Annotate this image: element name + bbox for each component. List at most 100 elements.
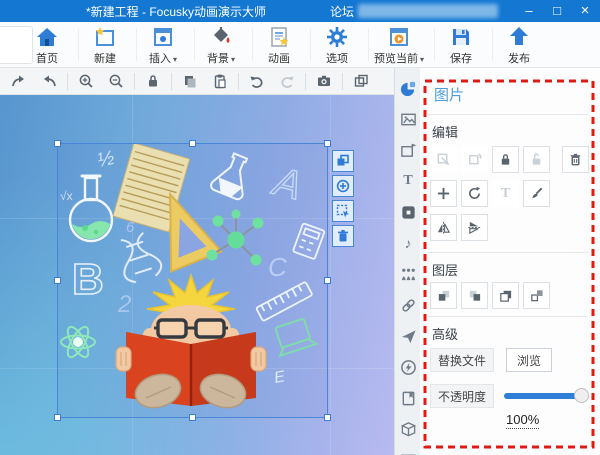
preview-play-icon <box>387 25 411 49</box>
redo-icon[interactable] <box>272 69 302 93</box>
table-chart-icon <box>400 452 417 455</box>
toolbar-background-button[interactable]: 背景▾ <box>192 22 250 68</box>
selected-image[interactable]: ½ √x <box>57 143 328 418</box>
slider-track[interactable] <box>504 393 582 399</box>
divider <box>428 114 588 115</box>
rotate-icon[interactable] <box>461 180 488 207</box>
section-layer-label: 图层 <box>432 260 458 279</box>
tab-music[interactable]: ♪ <box>398 233 418 253</box>
forum-link[interactable]: 论坛 <box>330 3 354 20</box>
publish-arrow-icon <box>507 25 531 49</box>
delete-icon[interactable] <box>562 146 589 173</box>
send-backward-icon[interactable] <box>461 282 488 309</box>
chevron-down-icon: ▾ <box>231 55 235 64</box>
tab-video[interactable] <box>398 202 418 222</box>
science-kid-illustration: ½ √x <box>58 144 329 419</box>
selection-handle-w[interactable] <box>54 277 61 284</box>
text-T-icon: T <box>403 174 412 188</box>
browse-button[interactable]: 浏览 <box>506 348 552 372</box>
toolbar-label: 插入 <box>149 53 171 65</box>
selection-handle-se[interactable] <box>324 414 331 421</box>
unlock-icon[interactable] <box>523 146 550 173</box>
forward-arrow-icon[interactable] <box>4 69 34 93</box>
blurred-username <box>358 4 498 18</box>
toolbar-save-button[interactable]: 保存 <box>432 22 490 68</box>
duplicate-window-icon[interactable] <box>346 69 376 93</box>
selection-handle-ne[interactable] <box>324 140 331 147</box>
send-to-back-icon[interactable] <box>523 282 550 309</box>
flip-vertical-icon[interactable] <box>461 214 488 241</box>
toolbar-new-button[interactable]: 新建 <box>76 22 134 68</box>
opacity-label: 不透明度 <box>430 384 494 408</box>
tab-flash[interactable] <box>398 357 418 377</box>
toolbar-label: 新建 <box>94 50 116 66</box>
paste-icon[interactable] <box>205 69 235 93</box>
paper-plane-icon <box>400 328 417 345</box>
tab-chart[interactable] <box>398 450 418 455</box>
selection-handle-e[interactable] <box>324 277 331 284</box>
zoom-in-circle-icon[interactable] <box>332 175 354 197</box>
editing-canvas[interactable]: ½ √x <box>0 95 394 455</box>
toolbar-publish-button[interactable]: 发布 <box>490 22 548 68</box>
rotate-crop-icon[interactable] <box>461 146 488 173</box>
shapes-pie-icon <box>400 80 417 97</box>
image-properties-panel: 图片 编辑 <box>420 68 600 455</box>
trash-icon[interactable] <box>332 225 354 247</box>
opacity-slider[interactable] <box>504 384 582 408</box>
roles-people-icon <box>400 266 417 283</box>
insert-window-icon <box>151 25 175 49</box>
move-icon[interactable] <box>430 180 457 207</box>
cube-3d-icon <box>400 421 417 438</box>
slider-knob[interactable] <box>574 388 589 403</box>
svg-text:6: 6 <box>126 219 135 236</box>
tab-model3d[interactable] <box>398 419 418 439</box>
zoom-out-icon[interactable] <box>101 69 131 93</box>
tab-clipart[interactable] <box>398 140 418 160</box>
resize-icon[interactable] <box>430 146 457 173</box>
music-note-icon: ♪ <box>405 236 412 250</box>
tab-image[interactable] <box>398 109 418 129</box>
flip-horizontal-icon[interactable] <box>430 214 457 241</box>
selection-handle-n[interactable] <box>189 140 196 147</box>
selection-handle-sw[interactable] <box>54 414 61 421</box>
duplicate-icon[interactable] <box>332 150 354 172</box>
copy-icon[interactable] <box>175 69 205 93</box>
undo-icon[interactable] <box>242 69 272 93</box>
new-window-icon <box>93 25 117 49</box>
flash-icon <box>400 359 417 376</box>
crop-select-icon[interactable] <box>332 200 354 222</box>
replace-file-button[interactable]: 替换文件 <box>430 348 494 372</box>
tab-text[interactable]: T <box>398 171 418 191</box>
camera-icon[interactable] <box>309 69 339 93</box>
close-icon[interactable]: × <box>572 0 598 22</box>
tab-roles[interactable] <box>398 264 418 284</box>
lock-icon[interactable] <box>492 146 519 173</box>
toolbar-label: 保存 <box>450 50 472 66</box>
tab-link[interactable] <box>398 295 418 315</box>
back-arrow-icon[interactable] <box>34 69 64 93</box>
bring-forward-icon[interactable] <box>430 282 457 309</box>
svg-text:E: E <box>273 368 287 387</box>
element-type-strip: T ♪ <box>394 68 420 455</box>
toolbar-options-button[interactable]: 选项 <box>308 22 366 68</box>
tab-formula[interactable] <box>398 388 418 408</box>
brush-icon[interactable] <box>523 180 550 207</box>
tab-plane[interactable] <box>398 326 418 346</box>
tab-shapes[interactable] <box>398 78 418 98</box>
window-title: *新建工程 - Focusky动画演示大师 <box>86 3 266 20</box>
text-icon[interactable]: T <box>492 180 519 207</box>
toolbar-preview-button[interactable]: 预览当前▾ <box>366 22 432 68</box>
home-icon <box>35 25 59 49</box>
zoom-in-icon[interactable] <box>71 69 101 93</box>
lock-icon[interactable] <box>138 69 168 93</box>
link-chain-icon <box>400 297 417 314</box>
toolbar-insert-button[interactable]: 插入▾ <box>134 22 192 68</box>
selection-handle-nw[interactable] <box>54 140 61 147</box>
maximize-icon[interactable]: □ <box>544 0 570 22</box>
bring-to-front-icon[interactable] <box>492 282 519 309</box>
toolbar-animation-button[interactable]: 动画 <box>250 22 308 68</box>
clipart-icon <box>400 142 417 159</box>
minimize-icon[interactable]: – <box>516 0 542 22</box>
selection-handle-s[interactable] <box>189 414 196 421</box>
edit-row-1 <box>430 146 589 173</box>
